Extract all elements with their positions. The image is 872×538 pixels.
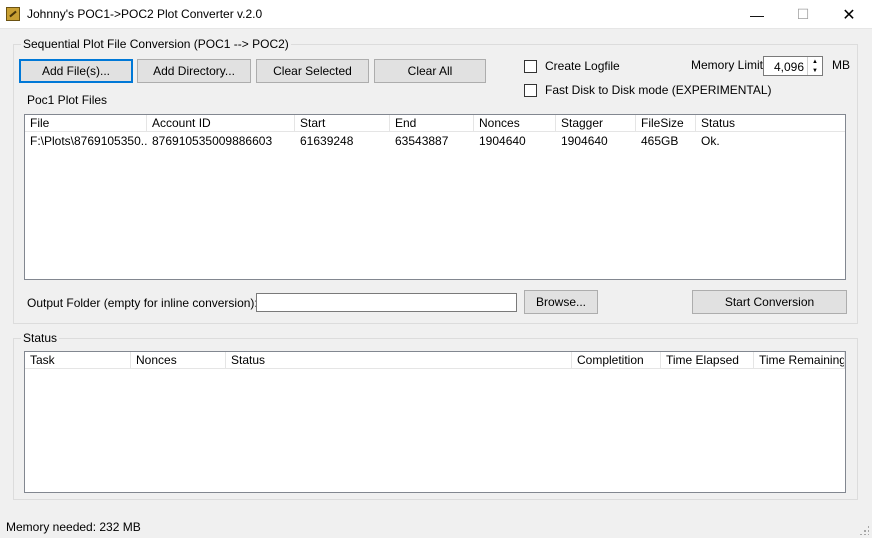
app-icon xyxy=(6,7,20,21)
column-header[interactable]: Status xyxy=(226,352,572,369)
memory-limit-spinner[interactable]: 4,096 ▲ ▼ xyxy=(763,56,823,76)
memory-limit-value[interactable]: 4,096 xyxy=(774,60,804,74)
clear-all-button[interactable]: Clear All xyxy=(374,59,486,83)
table-cell: 465GB xyxy=(641,134,679,148)
column-header[interactable]: End xyxy=(390,115,474,132)
plot-files-header: File Account ID Start End Nonces Stagger… xyxy=(25,115,845,132)
maximize-button[interactable]: ☐ xyxy=(780,0,826,29)
start-conversion-button[interactable]: Start Conversion xyxy=(692,290,847,314)
column-header[interactable]: Start xyxy=(295,115,390,132)
column-header[interactable]: Nonces xyxy=(131,352,226,369)
table-cell: 61639248 xyxy=(300,134,354,148)
column-header[interactable]: Status xyxy=(696,115,845,132)
table-cell: 876910535009886603 xyxy=(152,134,273,148)
status-list[interactable]: Task Nonces Status Completition Time Ela… xyxy=(24,351,846,493)
plot-files-label: Poc1 Plot Files xyxy=(27,93,108,107)
spinner-arrows[interactable]: ▲ ▼ xyxy=(807,57,822,75)
status-group-label: Status xyxy=(21,331,60,345)
column-header[interactable]: File xyxy=(25,115,147,132)
browse-button[interactable]: Browse... xyxy=(524,290,598,314)
table-cell: 1904640 xyxy=(561,134,608,148)
column-header[interactable]: Time Remaining xyxy=(754,352,845,369)
plot-files-list[interactable]: File Account ID Start End Nonces Stagger… xyxy=(24,114,846,280)
resize-grip-icon[interactable] xyxy=(859,525,869,535)
create-logfile-checkbox[interactable]: Create Logfile xyxy=(524,59,620,73)
status-header: Task Nonces Status Completition Time Ela… xyxy=(25,352,845,369)
table-cell: Ok. xyxy=(701,134,720,148)
fast-disk-checkbox[interactable]: Fast Disk to Disk mode (EXPERIMENTAL) xyxy=(524,83,772,97)
output-folder-input[interactable] xyxy=(256,293,517,312)
column-header[interactable]: Account ID xyxy=(147,115,295,132)
clear-selected-button[interactable]: Clear Selected xyxy=(256,59,369,83)
column-header[interactable]: Task xyxy=(25,352,131,369)
memory-needed-text: Memory needed: 232 MB xyxy=(6,520,141,534)
conversion-group-label: Sequential Plot File Conversion (POC1 --… xyxy=(21,37,291,51)
add-files-button[interactable]: Add File(s)... xyxy=(19,59,133,83)
column-header[interactable]: Completition xyxy=(572,352,661,369)
table-cell: F:\Plots\8769105350... xyxy=(30,134,147,148)
spin-down-icon[interactable]: ▼ xyxy=(808,66,822,75)
memory-unit-label: MB xyxy=(832,58,850,72)
output-folder-label: Output Folder (empty for inline conversi… xyxy=(27,296,258,310)
column-header[interactable]: Time Elapsed xyxy=(661,352,754,369)
column-header[interactable]: Nonces xyxy=(474,115,556,132)
checkbox-box[interactable] xyxy=(524,59,537,73)
table-cell: 1904640 xyxy=(479,134,526,148)
spin-up-icon[interactable]: ▲ xyxy=(808,57,822,66)
table-row[interactable]: F:\Plots\8769105350... 87691053500988660… xyxy=(25,133,845,149)
close-button[interactable]: ✕ xyxy=(826,0,872,29)
memory-limit-label: Memory Limit xyxy=(691,58,764,72)
fast-disk-label: Fast Disk to Disk mode (EXPERIMENTAL) xyxy=(545,83,772,97)
status-bar: Memory needed: 232 MB xyxy=(0,515,872,538)
table-cell: 63543887 xyxy=(395,134,449,148)
add-directory-button[interactable]: Add Directory... xyxy=(137,59,251,83)
column-header[interactable]: FileSize xyxy=(636,115,696,132)
title-bar: Johnny's POC1->POC2 Plot Converter v.2.0… xyxy=(0,0,872,29)
minimize-button[interactable]: — xyxy=(734,0,780,29)
create-logfile-label: Create Logfile xyxy=(545,59,620,73)
column-header[interactable]: Stagger xyxy=(556,115,636,132)
window-title: Johnny's POC1->POC2 Plot Converter v.2.0 xyxy=(27,7,263,21)
checkbox-box[interactable] xyxy=(524,83,537,97)
